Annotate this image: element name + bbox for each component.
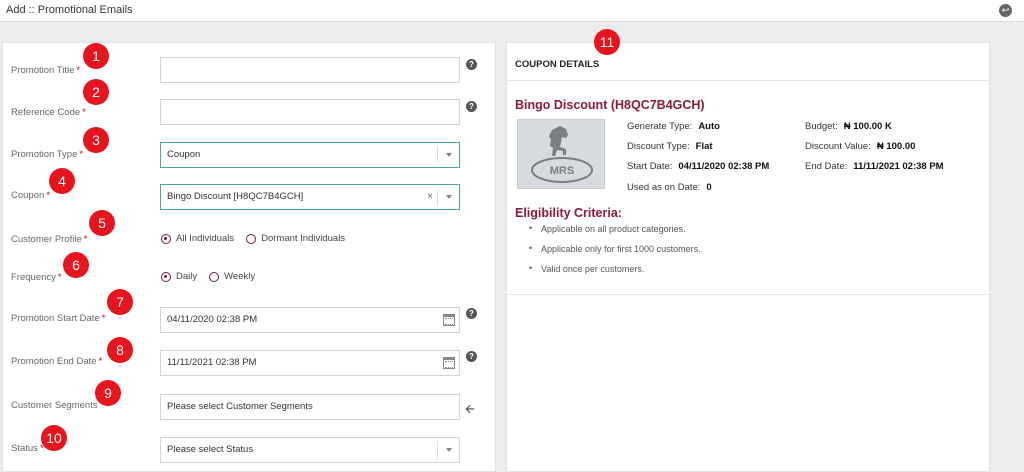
promotion-title-label: Promotion Title * bbox=[11, 65, 81, 76]
calendar-icon[interactable] bbox=[443, 314, 455, 326]
coupon-select[interactable]: Bingo Discount [H8QC7B4GCH] × bbox=[160, 184, 460, 210]
radio-daily[interactable]: Daily bbox=[161, 271, 197, 282]
annotation-badge: 2 bbox=[83, 79, 109, 105]
promotion-type-select[interactable]: Coupon bbox=[160, 142, 460, 168]
status-select[interactable]: Please select Status bbox=[160, 437, 460, 463]
reference-code-label: Reference Code * bbox=[11, 107, 86, 118]
eligibility-list: Applicable on all product categories. Ap… bbox=[529, 223, 701, 284]
chevron-down-icon[interactable] bbox=[437, 441, 459, 459]
list-item: Applicable on all product categories. bbox=[529, 223, 701, 244]
annotation-badge: 8 bbox=[107, 337, 133, 363]
promotion-title-input[interactable] bbox=[160, 57, 460, 83]
end-date-label: Promotion End Date * bbox=[11, 356, 103, 367]
coupon-value: Bingo Discount [H8QC7B4GCH] bbox=[167, 191, 304, 202]
question-circle-icon[interactable]: ? bbox=[466, 308, 477, 319]
page-title: Add :: Promotional Emails bbox=[6, 4, 133, 16]
chevron-down-icon[interactable] bbox=[437, 188, 459, 206]
frequency-radio-group: Daily Weekly bbox=[161, 271, 255, 282]
discount-type: Discount Type: Flat bbox=[627, 141, 713, 152]
start-date-label: Promotion Start Date * bbox=[11, 313, 106, 324]
start-date-value: 04/11/2020 02:38 PM bbox=[167, 314, 258, 325]
chevron-down-icon[interactable] bbox=[437, 146, 459, 164]
question-circle-icon[interactable]: ? bbox=[466, 101, 477, 112]
end-date-value: 11/11/2021 02:38 PM bbox=[167, 357, 257, 368]
promotion-type-value: Coupon bbox=[167, 149, 201, 160]
annotation-badge: 7 bbox=[107, 289, 133, 315]
customer-segments-input[interactable]: Please select Customer Segments bbox=[160, 394, 460, 420]
status-placeholder: Please select Status bbox=[167, 444, 254, 455]
coupon-start-date: Start Date: 04/11/2020 02:38 PM bbox=[627, 161, 770, 172]
eligibility-title: Eligibility Criteria: bbox=[515, 206, 622, 220]
reference-code-input[interactable] bbox=[160, 99, 460, 125]
customer-segments-label: Customer Segments bbox=[11, 400, 98, 411]
budget: Budget: ₦ 100.00 K bbox=[805, 121, 892, 132]
horse-logo-icon: MRS bbox=[531, 126, 593, 183]
coupon-label: Coupon * bbox=[11, 190, 50, 201]
list-item: Valid once per customers. bbox=[529, 263, 701, 284]
logo-text: MRS bbox=[550, 165, 574, 177]
annotation-badge: 11 bbox=[594, 29, 620, 55]
customer-profile-label: Customer Profile * bbox=[11, 234, 88, 245]
generate-type: Generate Type: Auto bbox=[627, 121, 720, 132]
arrow-left-icon[interactable]: 🡨 bbox=[465, 400, 475, 421]
radio-weekly[interactable]: Weekly bbox=[209, 271, 255, 282]
annotation-badge: 6 bbox=[63, 252, 89, 278]
page-header: Add :: Promotional Emails ↩ bbox=[0, 0, 1024, 22]
annotation-badge: 9 bbox=[95, 380, 121, 406]
question-circle-icon[interactable]: ? bbox=[466, 351, 477, 362]
divider bbox=[507, 294, 989, 295]
annotation-badge: 5 bbox=[89, 210, 115, 236]
radio-all-individuals[interactable]: All Individuals bbox=[161, 233, 234, 244]
used-as-on-date: Used as on Date: 0 bbox=[627, 182, 712, 193]
annotation-badge: 1 bbox=[83, 43, 109, 69]
discount-value: Discount Value: ₦ 100.00 bbox=[805, 141, 916, 152]
coupon-details-panel: 11 COUPON DETAILS Bingo Discount (H8QC7B… bbox=[506, 29, 990, 472]
list-item: Applicable only for first 1000 customers… bbox=[529, 243, 701, 264]
back-icon[interactable]: ↩ bbox=[999, 4, 1012, 17]
status-label: Status * bbox=[11, 443, 44, 454]
frequency-label: Frequency * bbox=[11, 272, 62, 283]
coupon-logo: MRS bbox=[517, 119, 605, 189]
coupon-name: Bingo Discount (H8QC7B4GCH) bbox=[515, 98, 705, 112]
start-date-input[interactable]: 04/11/2020 02:38 PM bbox=[160, 307, 460, 333]
clear-icon[interactable]: × bbox=[427, 185, 433, 209]
end-date-input[interactable]: 11/11/2021 02:38 PM bbox=[160, 350, 460, 376]
divider bbox=[507, 80, 989, 81]
promotion-type-label: Promotion Type * bbox=[11, 149, 84, 160]
coupon-details-header: COUPON DETAILS bbox=[515, 59, 600, 70]
radio-dormant-individuals[interactable]: Dormant Individuals bbox=[246, 233, 345, 244]
promotion-form: Promotion Title * ? 1 Reference Code * ? 2… bbox=[2, 42, 496, 472]
annotation-badge: 4 bbox=[49, 168, 75, 194]
annotation-badge: 3 bbox=[83, 127, 109, 153]
question-circle-icon[interactable]: ? bbox=[466, 59, 477, 70]
calendar-icon[interactable] bbox=[443, 357, 455, 369]
customer-profile-radio-group: All Individuals Dormant Individuals bbox=[161, 233, 345, 244]
coupon-end-date: End Date: 11/11/2021 02:38 PM bbox=[805, 161, 944, 172]
annotation-badge: 10 bbox=[41, 425, 67, 451]
